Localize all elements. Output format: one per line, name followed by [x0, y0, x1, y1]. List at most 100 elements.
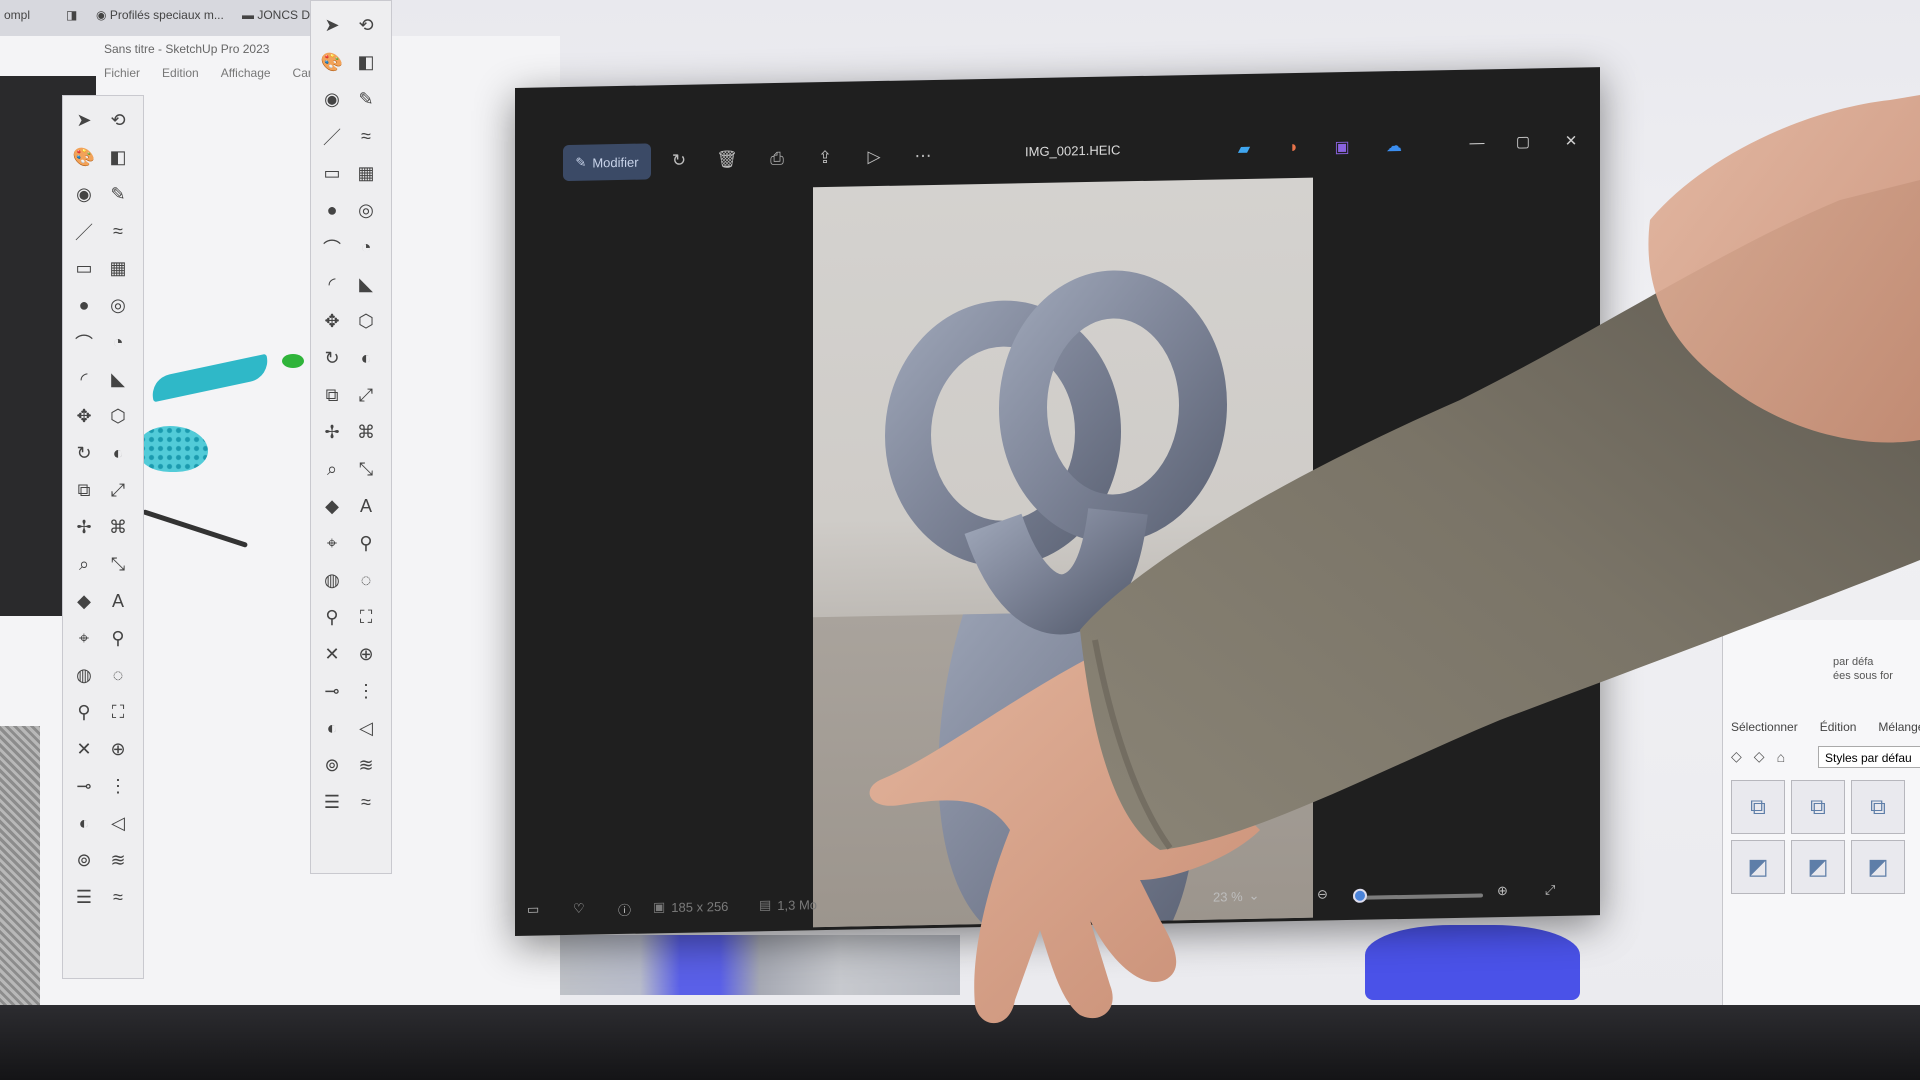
- sketchup-tool-button[interactable]: ▭: [67, 250, 101, 287]
- sketchup-tool-button[interactable]: ✥: [67, 398, 101, 435]
- sketchup-tool-button[interactable]: ▭: [315, 155, 349, 192]
- sketchup-tool-button[interactable]: ◐: [315, 710, 349, 747]
- sketchup-tool-button[interactable]: ⊕: [101, 731, 135, 768]
- sketchup-tool-button[interactable]: ⬡: [101, 398, 135, 435]
- sketchup-tool-button[interactable]: ⤡: [101, 546, 135, 583]
- sketchup-tool-button[interactable]: ✥: [315, 303, 349, 340]
- sketchup-tool-button[interactable]: ◎: [349, 192, 383, 229]
- maximize-button[interactable]: ▢: [1503, 126, 1543, 157]
- sketchup-tool-button[interactable]: ⌘: [101, 509, 135, 546]
- zoom-slider-knob[interactable]: [1353, 888, 1367, 903]
- sketchup-tool-button[interactable]: ⌕: [315, 451, 349, 488]
- sketchup-tool-button[interactable]: ⧉: [67, 472, 101, 509]
- tab-edition[interactable]: Édition: [1820, 720, 1857, 734]
- sketchup-tool-button[interactable]: ☰: [67, 879, 101, 916]
- sketchup-tool-button[interactable]: ⊸: [315, 673, 349, 710]
- sketchup-tool-button[interactable]: A: [349, 488, 383, 525]
- sketchup-tool-button[interactable]: ◆: [315, 488, 349, 525]
- sketchup-tool-button[interactable]: ↻: [315, 340, 349, 377]
- sketchup-tool-button[interactable]: ◆: [67, 583, 101, 620]
- sketchup-tool-button[interactable]: ⤡: [349, 451, 383, 488]
- sketchup-tool-button[interactable]: ✕: [67, 731, 101, 768]
- fullscreen-icon[interactable]: ⤢: [1545, 882, 1555, 898]
- sketchup-tool-button[interactable]: ◣: [349, 266, 383, 303]
- sketchup-tool-button[interactable]: ◉: [67, 176, 101, 213]
- slideshow-icon[interactable]: ▷: [858, 141, 890, 174]
- sketchup-tool-button[interactable]: ⌖: [67, 620, 101, 657]
- sketchup-tool-button[interactable]: ⟲: [101, 102, 135, 139]
- sketchup-tool-button[interactable]: ≈: [349, 784, 383, 821]
- zoom-slider[interactable]: [1353, 893, 1483, 900]
- sketchup-tool-button[interactable]: ✢: [67, 509, 101, 546]
- sketchup-tool-button[interactable]: A: [101, 583, 135, 620]
- sketchup-tool-button[interactable]: ⚲: [67, 694, 101, 731]
- sketchup-tool-button[interactable]: ✢: [315, 414, 349, 451]
- filmstrip-icon[interactable]: ▭: [527, 902, 539, 918]
- style-thumbnail[interactable]: ◩: [1791, 840, 1845, 894]
- sketchup-tool-button[interactable]: ➤: [315, 7, 349, 44]
- sketchup-tool-button[interactable]: ⌒: [67, 324, 101, 361]
- sketchup-tool-button[interactable]: ◔: [349, 229, 383, 266]
- tab-melange[interactable]: Mélange: [1878, 720, 1920, 734]
- sketchup-tool-button[interactable]: ◧: [101, 139, 135, 176]
- sketchup-tool-button[interactable]: ⬡: [349, 303, 383, 340]
- zoom-out-icon[interactable]: ⊖: [1317, 886, 1328, 902]
- sketchup-tool-button[interactable]: ≋: [349, 747, 383, 784]
- sketchup-tool-button[interactable]: ⤢: [101, 472, 135, 509]
- sketchup-tool-button[interactable]: ✕: [315, 636, 349, 673]
- styles-select[interactable]: Styles par défau: [1818, 746, 1920, 768]
- style-thumbnail[interactable]: ⧉: [1791, 780, 1845, 834]
- sketchup-tool-button[interactable]: ✎: [101, 176, 135, 213]
- sketchup-tool-button[interactable]: ／: [315, 118, 349, 155]
- sketchup-tool-button[interactable]: ⛶: [349, 599, 383, 636]
- delete-icon[interactable]: 🗑: [711, 144, 743, 177]
- sketchup-tool-button[interactable]: ⌘: [349, 414, 383, 451]
- sketchup-tool-button[interactable]: ⌒: [315, 229, 349, 266]
- sketchup-tool-button[interactable]: ≈: [101, 213, 135, 250]
- sketchup-tool-button[interactable]: ⧉: [315, 377, 349, 414]
- home-icon[interactable]: ⌂: [1777, 749, 1785, 765]
- sketchup-tool-button[interactable]: ⚲: [101, 620, 135, 657]
- teams-icon[interactable]: ▣: [1327, 132, 1357, 163]
- sketchup-tool-button[interactable]: ◉: [315, 81, 349, 118]
- sketchup-tool-button[interactable]: ◔: [101, 324, 135, 361]
- sketchup-tool-button[interactable]: ◜: [315, 266, 349, 303]
- sketchup-tool-button[interactable]: ⊸: [67, 768, 101, 805]
- sketchup-tool-button[interactable]: ⟲: [349, 7, 383, 44]
- sketchup-tool-button[interactable]: ▦: [349, 155, 383, 192]
- sketchup-tool-button[interactable]: ✎: [349, 81, 383, 118]
- forward-icon[interactable]: ◇: [1754, 748, 1765, 765]
- sketchup-tool-button[interactable]: ◍: [315, 562, 349, 599]
- menu-affichage[interactable]: Affichage: [221, 66, 271, 80]
- sketchup-tool-button[interactable]: ⋮: [101, 768, 135, 805]
- sketchup-tool-button[interactable]: ◜: [67, 361, 101, 398]
- sketchup-tool-button[interactable]: ⊚: [67, 842, 101, 879]
- style-thumbnail[interactable]: ⧉: [1731, 780, 1785, 834]
- sketchup-tool-button[interactable]: ◁: [101, 805, 135, 842]
- sketchup-tool-button[interactable]: ◌: [101, 657, 135, 694]
- clipchamp-icon[interactable]: ▰: [1229, 134, 1259, 165]
- style-thumbnail[interactable]: ◩: [1731, 840, 1785, 894]
- sketchup-tool-button[interactable]: ◍: [67, 657, 101, 694]
- sketchup-tool-button[interactable]: ⊚: [315, 747, 349, 784]
- sketchup-tool-button[interactable]: ⚲: [349, 525, 383, 562]
- zoom-in-icon[interactable]: ⊕: [1497, 883, 1508, 899]
- print-icon[interactable]: ⎙: [761, 143, 793, 176]
- sketchup-tool-button[interactable]: ◎: [101, 287, 135, 324]
- sketchup-tool-button[interactable]: ➤: [67, 102, 101, 139]
- sketchup-tool-button[interactable]: ◁: [349, 710, 383, 747]
- sketchup-tool-button[interactable]: 🎨: [315, 44, 349, 81]
- sketchup-tool-button[interactable]: ◧: [349, 44, 383, 81]
- onedrive-icon[interactable]: ☁: [1379, 131, 1409, 162]
- sketchup-tool-button[interactable]: 🎨: [67, 139, 101, 176]
- edit-button[interactable]: ✎ Modifier: [563, 143, 651, 182]
- more-icon[interactable]: ⋯: [907, 140, 939, 173]
- zoom-level[interactable]: 23 % ⌄: [1213, 888, 1260, 905]
- sketchup-tool-button[interactable]: ↻: [67, 435, 101, 472]
- style-thumbnail[interactable]: ◩: [1851, 840, 1905, 894]
- sketchup-tool-button[interactable]: ⌕: [67, 546, 101, 583]
- browser-tab-2[interactable]: ◉ Profilés speciaux m...: [96, 8, 224, 22]
- sketchup-tool-button[interactable]: ⌖: [315, 525, 349, 562]
- minimize-button[interactable]: —: [1457, 127, 1497, 158]
- sketchup-tool-button[interactable]: ⤢: [349, 377, 383, 414]
